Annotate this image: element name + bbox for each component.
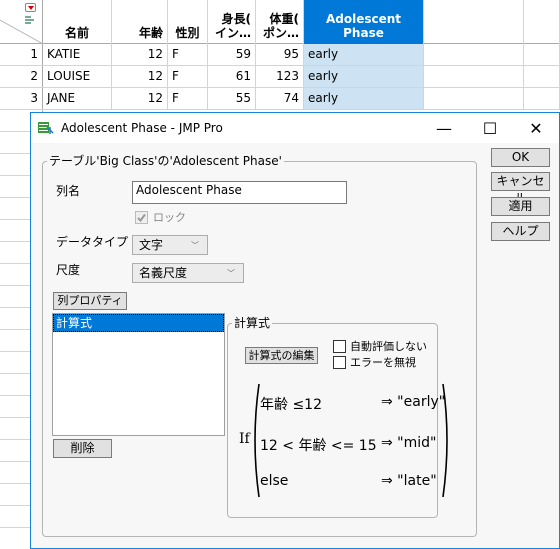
cell-height[interactable]: 55 [208, 88, 256, 109]
row-number[interactable]: 2 [0, 66, 43, 87]
formula-group-label: 計算式 [232, 316, 273, 330]
suppress-eval-checkbox[interactable] [333, 340, 346, 353]
data-type-select[interactable]: 文字 ﹀ [132, 235, 208, 255]
table-row[interactable]: 3 JANE 12 F 55 74 early [0, 88, 560, 110]
cell-sex[interactable]: F [168, 88, 208, 109]
column-header-weight[interactable]: 体重( ポン… [256, 0, 304, 44]
dialog-titlebar[interactable]: Adolescent Phase - JMP Pro — ☐ ✕ [31, 113, 559, 143]
clause-condition: 12 < 年齢 <= 15 [260, 438, 377, 454]
cell-name[interactable]: KATIE [43, 44, 112, 65]
cell-name[interactable]: LOUISE [43, 66, 112, 87]
column-header-sex[interactable]: 性別 [168, 0, 208, 44]
cell-weight[interactable]: 95 [256, 44, 304, 65]
cell-name[interactable]: JANE [43, 88, 112, 109]
maximize-button[interactable]: ☐ [467, 113, 513, 143]
modeling-type-select[interactable]: 名義尺度 ﹀ [132, 263, 244, 283]
column-header-height-line1: 身長( [221, 12, 252, 26]
column-header-weight-line2: ポン… [262, 26, 299, 40]
column-header-age[interactable]: 年齢 [112, 0, 168, 44]
column-group-label: テーブル'Big Class'の'Adolescent Phase' [47, 154, 284, 168]
column-properties-button[interactable]: 列プロパティ ▾ [53, 292, 127, 323]
table-corner [0, 0, 43, 44]
edit-formula-button[interactable]: 計算式の編集 [245, 347, 318, 364]
cell-empty [424, 44, 524, 65]
column-header-empty [424, 0, 524, 44]
lock-checkbox[interactable] [135, 211, 148, 224]
clause-condition: else [260, 473, 289, 489]
table-row[interactable]: 2 LOUISE 12 F 61 123 early [0, 66, 560, 88]
data-type-label: データタイプ [56, 235, 129, 249]
minimize-button[interactable]: — [421, 113, 467, 143]
column-header-name[interactable]: 名前 [43, 0, 112, 44]
cell-weight[interactable]: 74 [256, 88, 304, 109]
if-keyword: If [239, 431, 250, 447]
row-number[interactable]: 1 [0, 44, 43, 65]
column-header-height[interactable]: 身長( イン… [208, 0, 256, 44]
column-header-empty [524, 0, 560, 44]
table-row[interactable]: 1 KATIE 12 F 59 95 early [0, 44, 560, 66]
column-info-dialog: Adolescent Phase - JMP Pro — ☐ ✕ OK キャンセ… [30, 112, 560, 549]
table-menu-red-triangle-icon[interactable] [25, 3, 36, 12]
row-number[interactable]: 3 [0, 88, 43, 109]
rows-columns-icon[interactable] [25, 16, 35, 26]
dialog-title: Adolescent Phase - JMP Pro [61, 121, 223, 135]
column-header-height-line2: イン… [214, 26, 251, 40]
column-name-input[interactable]: Adolescent Phase [132, 181, 347, 204]
cell-empty [524, 88, 560, 109]
clause-result: ⇒ "early" [381, 394, 446, 410]
cell-weight[interactable]: 123 [256, 66, 304, 87]
cell-age[interactable]: 12 [112, 88, 168, 109]
cell-height[interactable]: 61 [208, 66, 256, 87]
delete-button[interactable]: 削除 [53, 439, 112, 458]
ignore-errors-label: エラーを無視 [350, 356, 416, 369]
column-header-adolescent-phase[interactable]: Adolescent Phase [304, 0, 424, 44]
cell-age[interactable]: 12 [112, 44, 168, 65]
cell-empty [424, 88, 524, 109]
close-button[interactable]: ✕ [513, 113, 559, 143]
chevron-down-icon: ﹀ [227, 269, 235, 278]
column-header-row: 名前 年齢 性別 身長( イン… 体重( ポン… Adolescent Phas… [0, 0, 560, 44]
cell-height[interactable]: 59 [208, 44, 256, 65]
cell-age[interactable]: 12 [112, 66, 168, 87]
cell-sex[interactable]: F [168, 66, 208, 87]
help-button[interactable]: ヘルプ [491, 222, 550, 241]
jmp-table-icon [38, 121, 54, 135]
column-header-weight-line1: 体重( [269, 12, 300, 26]
cell-phase[interactable]: early [304, 66, 424, 87]
cancel-button[interactable]: キャンセル [491, 172, 550, 205]
cell-empty [424, 66, 524, 87]
modeling-type-value: 名義尺度 [139, 266, 188, 280]
cell-phase[interactable]: early [304, 88, 424, 109]
cell-sex[interactable]: F [168, 44, 208, 65]
cell-empty [524, 66, 560, 87]
checkmark-icon [137, 213, 146, 223]
cell-empty [524, 44, 560, 65]
corner-divider [0, 19, 43, 44]
ignore-errors-checkbox[interactable] [333, 356, 346, 369]
suppress-eval-label: 自動評価しない [350, 340, 427, 353]
lock-label: ロック [153, 211, 186, 224]
ok-button[interactable]: OK [491, 148, 550, 167]
properties-list-item-formula[interactable]: 計算式 [53, 314, 224, 332]
properties-list[interactable]: 計算式 [52, 313, 225, 436]
clause-condition: 年齢 ≤12 [260, 397, 322, 413]
clause-result: ⇒ "mid" [381, 435, 437, 451]
chevron-down-icon: ﹀ [191, 241, 199, 250]
cell-phase[interactable]: early [304, 44, 424, 65]
modeling-type-label: 尺度 [56, 263, 81, 277]
apply-button[interactable]: 適用 [491, 197, 550, 216]
data-type-value: 文字 [139, 238, 164, 252]
clause-result: ⇒ "late" [381, 473, 437, 489]
column-name-label: 列名 [56, 184, 81, 198]
